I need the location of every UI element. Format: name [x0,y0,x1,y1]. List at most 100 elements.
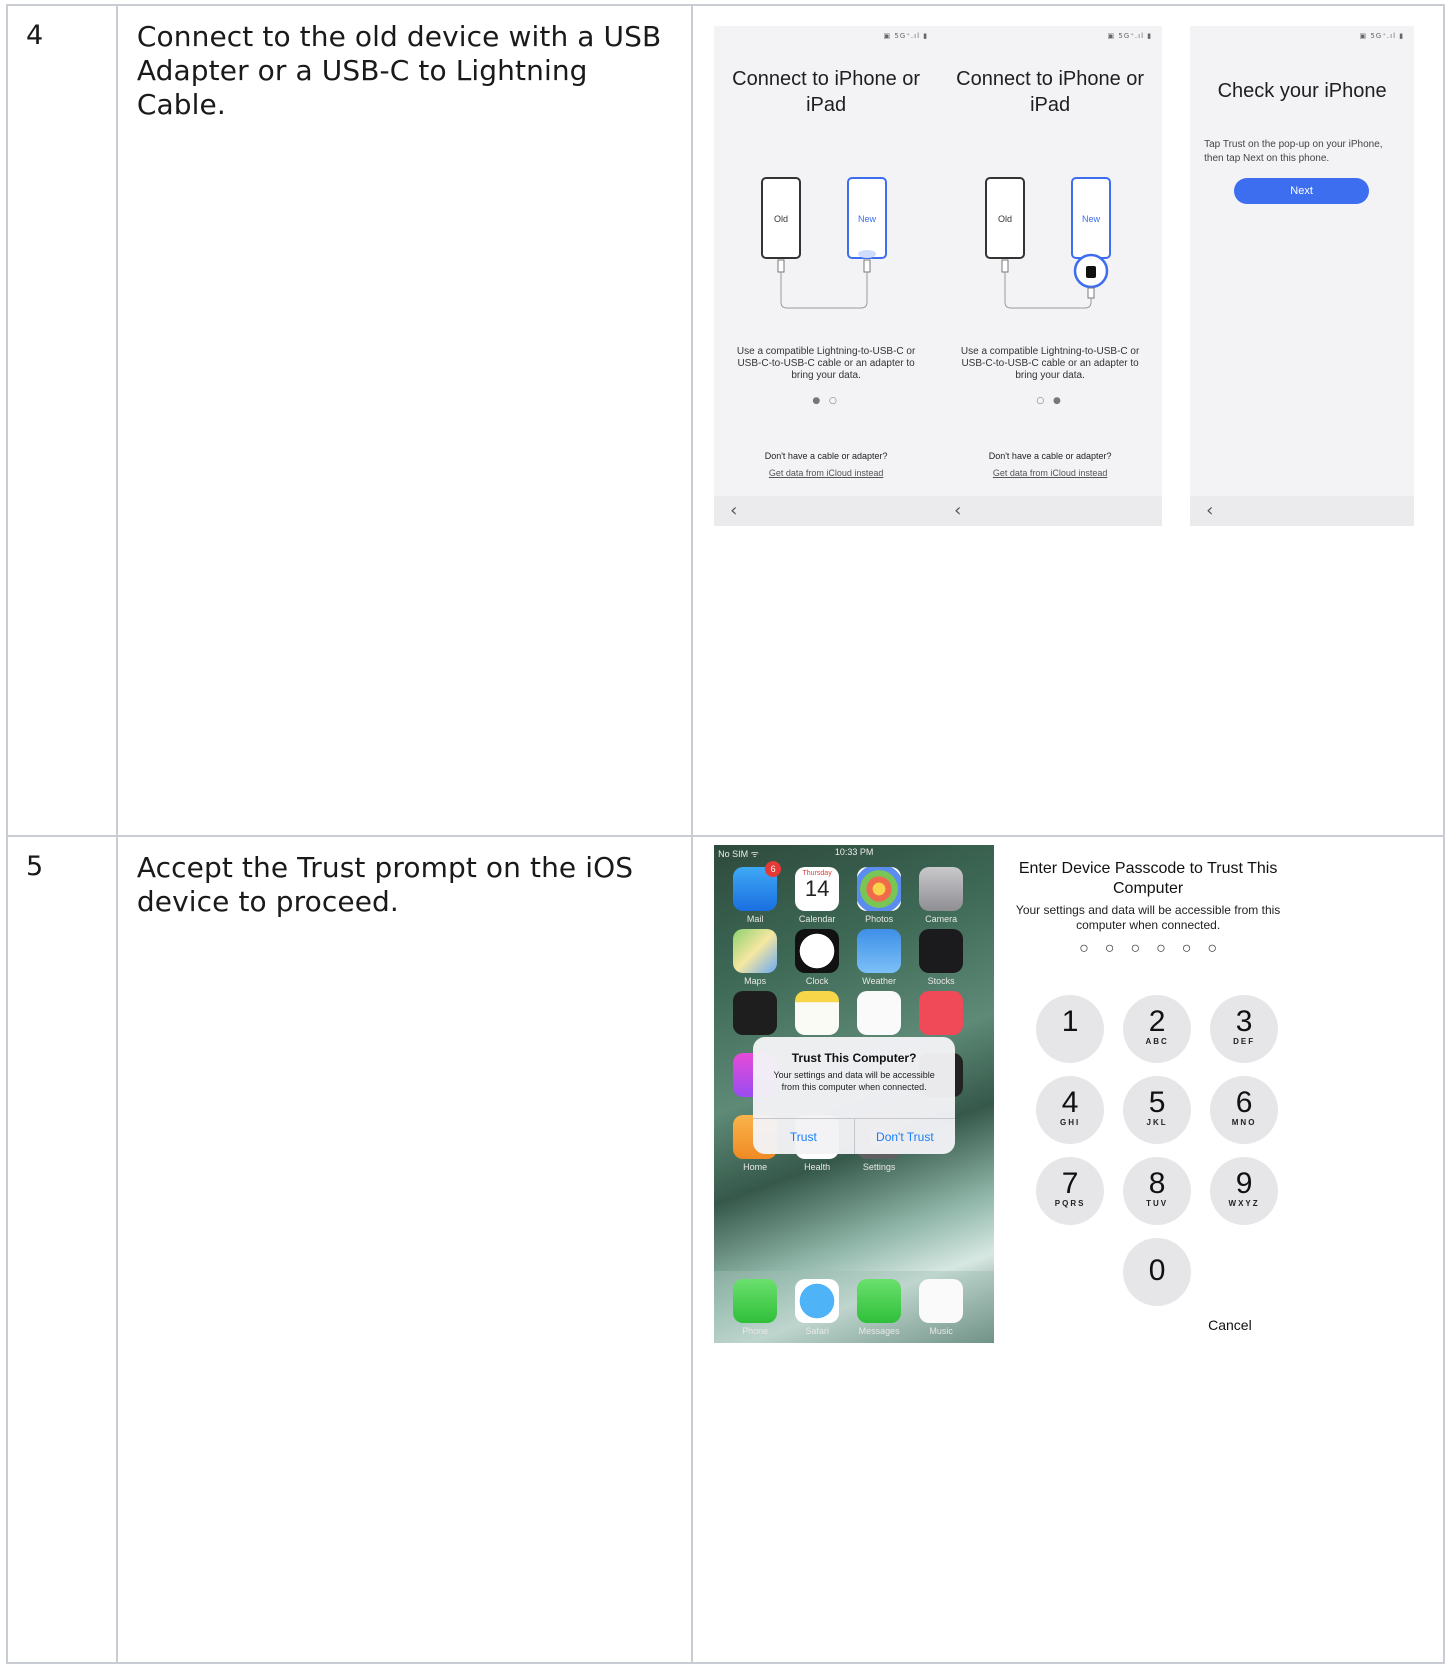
screen-description: Tap Trust on the pop-up on your iPhone, … [1204,139,1383,164]
key-3[interactable]: 3 DEF [1210,995,1279,1063]
back-icon[interactable]: ‹ [954,500,961,521]
step-instruction: Accept the Trust prompt on the iOS devic… [118,837,694,1662]
app-safari[interactable]: Safari [795,1279,840,1336]
app-messages[interactable]: Messages [857,1279,902,1336]
app-notes[interactable] [795,991,840,1035]
table-row: 4 Connect to the old device with a USB A… [8,6,1445,837]
key-letters: PQRS [1054,1199,1086,1208]
app-weather[interactable]: Weather [857,929,902,986]
key-digit: 7 [1061,1167,1079,1200]
app-maps[interactable]: Maps [733,929,778,986]
key-digit: 1 [1061,1005,1079,1038]
key-9[interactable]: 9 WXYZ [1210,1157,1279,1225]
icloud-link[interactable]: Get data from iCloud instead [938,468,1162,478]
mail-badge: 6 [765,861,782,877]
nav-bar: ‹ [714,496,939,526]
status-bar: ▣ 5G⁺.ıl ▮ [1359,32,1405,40]
key-6[interactable]: 6 MNO [1210,1076,1279,1144]
screen-description: Use a compatible Lightning-to-USB-C or U… [960,346,1140,381]
key-digit: 8 [1148,1167,1166,1200]
passcode-description: Your settings and data will be accessibl… [1015,903,1281,932]
key-8[interactable]: 8 TUV [1123,1157,1192,1225]
page-indicator: ○ ● [1036,396,1064,406]
page-indicator: ● ○ [812,396,840,406]
key-5[interactable]: 5 JKL [1123,1076,1192,1144]
ios-passcode-screen: Enter Device Passcode to Trust This Comp… [1003,845,1293,1355]
app-news[interactable] [919,991,964,1035]
app-label: Music [929,1326,953,1336]
old-phone-label: Old [774,214,788,224]
alert-title: Trust This Computer? [791,1051,917,1065]
trust-button[interactable]: Trust [753,1119,854,1154]
new-phone-label: New [1082,214,1101,224]
key-digit: 6 [1235,1086,1253,1119]
ios-dock: Phone Safari Messages Music [714,1271,995,1343]
old-phone-label: Old [998,214,1012,224]
key-digit: 4 [1061,1086,1079,1119]
adapter-illustration: Old New [985,177,1112,309]
key-digit: 5 [1148,1086,1166,1119]
table-row: 5 Accept the Trust prompt on the iOS dev… [8,837,1445,1664]
messages-icon [857,1279,902,1323]
app-label: Phone [742,1326,769,1336]
app-reminders[interactable] [857,991,902,1035]
key-letters: DEF [1233,1037,1256,1046]
safari-icon [795,1279,840,1323]
passcode-title: Enter Device Passcode to Trust This Comp… [1018,860,1278,897]
new-phone-label: New [858,214,877,224]
app-clock[interactable]: Clock [795,929,840,986]
app-wallet[interactable] [733,991,778,1035]
back-icon[interactable]: ‹ [730,500,737,521]
app-music[interactable]: Music [919,1279,964,1336]
step-screenshots: ▣ 5G⁺.ıl ▮ Connect to iPhone or iPad Old… [693,6,1445,835]
instruction-table: 4 Connect to the old device with a USB A… [6,4,1445,1664]
app-calendar[interactable]: Thursday 14 Calendar [795,867,840,924]
no-cable-text: Don't have a cable or adapter? [764,451,888,461]
app-label: Messages [858,1326,900,1336]
cancel-button[interactable]: Cancel [1208,1317,1252,1333]
ios-status-bar: No SIM ᯤ 10:33 PM [718,847,990,859]
key-1[interactable]: 1 [1036,995,1105,1063]
key-letters: MNO [1231,1118,1257,1127]
key-4[interactable]: 4 GHI [1036,1076,1105,1144]
notes-icon [795,991,840,1035]
stocks-icon [919,929,964,973]
no-cable-text: Don't have a cable or adapter? [988,451,1112,461]
dont-trust-button[interactable]: Don't Trust [853,1119,956,1154]
status-bar: ▣ 5G⁺.ıl ▮ [883,32,929,40]
step-number: 5 [8,837,118,1662]
app-label: Settings [862,1162,896,1172]
app-mail[interactable]: 6 Mail [733,861,782,924]
camera-icon [919,867,964,911]
android-screen-check-iphone: ▣ 5G⁺.ıl ▮ Check your iPhone Tap Trust o… [1190,26,1415,526]
key-2[interactable]: 2 ABC [1123,995,1192,1063]
app-photos[interactable]: Photos [857,867,902,924]
news-icon [919,991,964,1035]
app-camera[interactable]: Camera [919,867,964,924]
trust-alert: Trust This Computer? Your settings and d… [753,1037,956,1154]
key-digit: 2 [1148,1005,1166,1038]
alert-buttons: Trust Don't Trust [753,1118,956,1154]
app-label: Mail [746,914,764,924]
app-label: Stocks [927,976,955,986]
app-stocks[interactable]: Stocks [919,929,964,986]
key-digit: 3 [1235,1005,1253,1038]
maps-icon [733,929,778,973]
android-screen-connect-1: ▣ 5G⁺.ıl ▮ Connect to iPhone or iPad Old… [714,26,939,526]
key-0[interactable]: 0 [1123,1238,1192,1306]
wallet-icon [733,991,778,1035]
app-label: Safari [805,1326,829,1336]
screen-title: Connect to iPhone or iPad [956,68,1145,116]
icloud-link[interactable]: Get data from iCloud instead [714,468,938,478]
cable-illustration: Old New [761,177,888,309]
app-phone[interactable]: Phone [733,1279,778,1336]
key-digit: 0 [1148,1254,1166,1287]
back-icon[interactable]: ‹ [1206,500,1213,521]
key-7[interactable]: 7 PQRS [1036,1157,1105,1225]
app-label: Health [804,1162,831,1172]
app-label: Maps [744,976,767,986]
screen-description: Use a compatible Lightning-to-USB-C or U… [736,346,916,381]
next-button[interactable]: Next [1234,178,1370,204]
app-label: Photos [865,914,894,924]
app-label: Home [743,1162,768,1172]
